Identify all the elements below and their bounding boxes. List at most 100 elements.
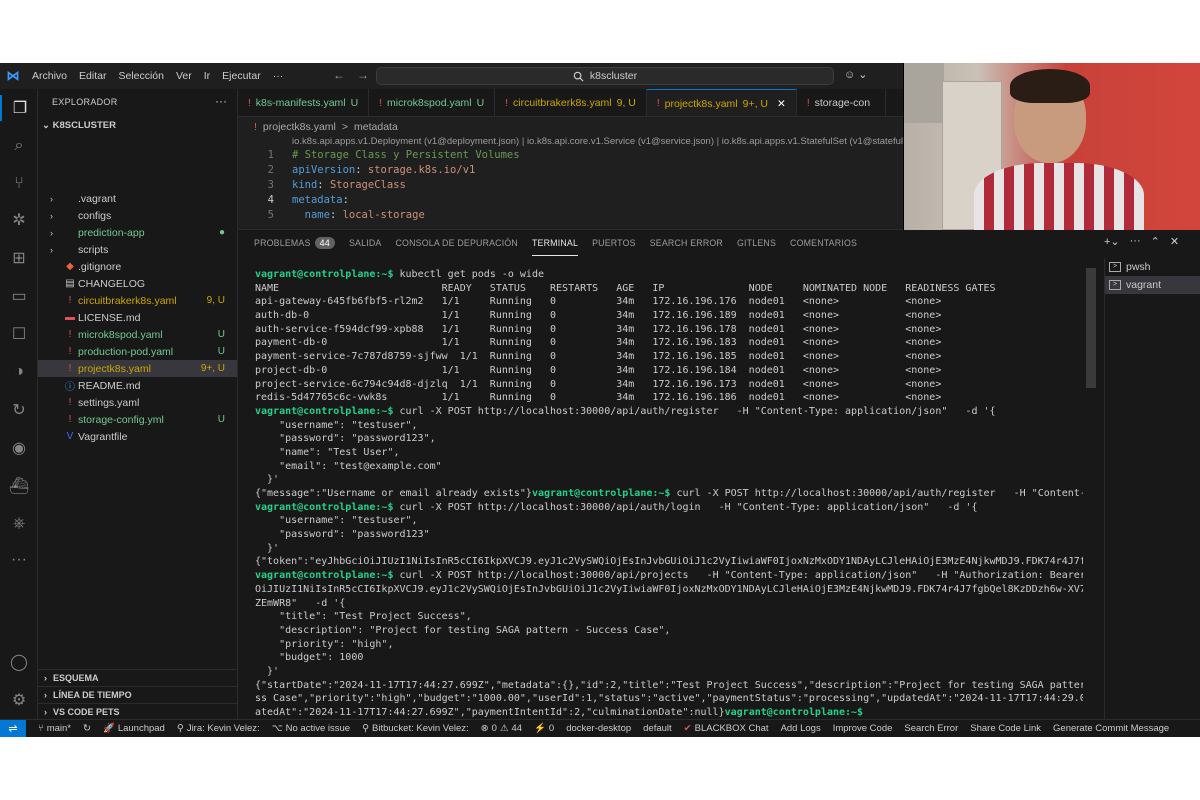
breadcrumb-file[interactable]: projectk8s.yaml <box>263 121 336 133</box>
code-text: apiVersion: storage.k8s.io/v1 <box>292 164 476 176</box>
code-line[interactable]: 1 # Storage Class y Persistent Volumes <box>238 149 903 164</box>
namespace-status[interactable]: default <box>637 723 678 734</box>
code-line[interactable]: 2 apiVersion: storage.k8s.io/v1 <box>238 164 903 179</box>
explorer-more-button[interactable]: ··· <box>215 94 227 108</box>
file-tree-item[interactable]: › .vagrant <box>38 190 237 207</box>
editor-tab[interactable]: ! circuitbrakerk8s.yaml 9, U <box>495 89 647 116</box>
tab-badge: 9, U <box>616 97 636 109</box>
launchpad-status[interactable]: 🚀 Launchpad <box>97 723 171 734</box>
file-tree-item[interactable]: ! production-pod.yaml U <box>38 343 237 360</box>
file-tree-item[interactable]: › configs <box>38 207 237 224</box>
settings-gear-icon[interactable]: ⚙ <box>6 687 32 713</box>
new-terminal-icon[interactable]: +⌄ <box>1104 235 1120 248</box>
remote-explorer-icon[interactable]: ▭ <box>6 283 32 309</box>
menu-edit[interactable]: Editar <box>73 70 112 82</box>
editor-tab[interactable]: ! storage-con <box>797 89 887 116</box>
sync-icon[interactable]: ↻ <box>77 723 97 734</box>
terminal-scrollbar[interactable] <box>1086 268 1096 388</box>
code-line[interactable]: 4 metadata: <box>238 194 903 209</box>
ports-status[interactable]: ⚡ 0 <box>528 723 560 734</box>
blackbox-status[interactable]: ✔ BLACKBOX Chat <box>678 723 775 734</box>
file-tree-item[interactable]: › scripts <box>38 241 237 258</box>
terminal-item-vagrant[interactable]: > vagrant <box>1105 276 1200 294</box>
menu-more[interactable]: ··· <box>267 70 290 82</box>
account-icon[interactable]: ◯ <box>6 649 32 675</box>
file-tree-item[interactable]: ! projectk8s.yaml 9+, U <box>38 360 237 377</box>
panel-tab-problemas[interactable]: PROBLEMAS 44 <box>254 230 335 256</box>
issue-status[interactable]: ⌥ No active issue <box>266 723 356 734</box>
file-tree-item[interactable]: ! microk8spod.yaml U <box>38 326 237 343</box>
kubernetes-icon[interactable]: ⎈ <box>6 511 32 537</box>
blackbox-icon[interactable]: ◉ <box>6 435 32 461</box>
file-tree-item[interactable]: ! circuitbrakerk8s.yaml 9, U <box>38 292 237 309</box>
file-tree-item[interactable]: › prediction-app ● <box>38 224 237 241</box>
terminal-line: "password": "password123" <box>255 528 1083 542</box>
file-tree-item[interactable]: ▤ CHANGELOG <box>38 275 237 292</box>
editor-tab[interactable]: ! projectk8s.yaml 9+, U ✕ <box>646 89 797 116</box>
copilot-icon[interactable]: ☺ ⌄ <box>844 68 868 81</box>
search-error-status[interactable]: Search Error <box>898 723 964 734</box>
section-timeline[interactable]: › LÍNEA DE TIEMPO <box>38 686 237 703</box>
source-control-icon[interactable]: ⑂ <box>6 171 32 197</box>
panel-tab-gitlens[interactable]: GITLENS <box>737 230 776 256</box>
terminal-item-pwsh[interactable]: > pwsh <box>1105 258 1200 276</box>
code-line[interactable]: 3 kind: StorageClass <box>238 179 903 194</box>
panel-tab-comentarios[interactable]: COMENTARIOS <box>790 230 857 256</box>
git-graph-icon[interactable]: ↻ <box>6 397 32 423</box>
generate-commit-status[interactable]: Generate Commit Message <box>1047 723 1175 734</box>
chevron-right-icon: › <box>50 227 53 238</box>
docker-context-status[interactable]: docker-desktop <box>560 723 637 734</box>
panel-tab-salida[interactable]: SALIDA <box>349 230 382 256</box>
panel-tab-consola-de-depuraci-n[interactable]: CONSOLA DE DEPURACIÓN <box>395 230 518 256</box>
file-tree-item[interactable]: ▬ LICENSE.md <box>38 309 237 326</box>
workspace-root[interactable]: ⌄ K8SCLUSTER <box>42 120 116 131</box>
close-tab-icon[interactable]: ✕ <box>777 98 786 110</box>
extensions-icon[interactable]: ⊞ <box>6 245 32 271</box>
menu-selection[interactable]: Selección <box>112 70 170 82</box>
gitlens-icon[interactable]: ◑ <box>6 359 32 385</box>
panel-more-icon[interactable]: ··· <box>1130 235 1141 248</box>
file-name: production-pod.yaml <box>78 345 174 358</box>
panel-tab-puertos[interactable]: PUERTOS <box>592 230 636 256</box>
menu-view[interactable]: Ver <box>170 70 198 82</box>
bitbucket-status[interactable]: ⚲ Bitbucket: Kevin Velez: <box>356 723 475 734</box>
git-status-badge: U <box>217 414 225 425</box>
command-center-search[interactable]: k8scluster <box>376 67 834 85</box>
maximize-panel-icon[interactable]: ⌃ <box>1151 235 1160 248</box>
menu-file[interactable]: Archivo <box>26 70 73 82</box>
back-arrow-icon[interactable]: ← <box>333 68 345 82</box>
jira-status[interactable]: ⚲ Jira: Kevin Velez: <box>171 723 266 734</box>
branch-status[interactable]: ⑂ main* <box>32 723 77 734</box>
terminal-output[interactable]: vagrant@controlplane:~$ kubectl get pods… <box>255 268 1083 720</box>
code-line[interactable]: 5 name: local-storage <box>238 209 903 224</box>
schema-codelens[interactable]: io.k8s.api.apps.v1.Deployment (v1@deploy… <box>292 136 904 147</box>
debug-icon[interactable]: ✲ <box>6 207 32 233</box>
docker-icon[interactable]: ⛴ <box>6 473 32 499</box>
menu-go[interactable]: Ir <box>198 70 216 82</box>
file-name: README.md <box>78 379 141 392</box>
editor-tab[interactable]: ! k8s-manifests.yaml U <box>238 89 370 116</box>
file-tree-item[interactable]: ⓘ README.md <box>38 377 237 394</box>
add-logs-status[interactable]: Add Logs <box>775 723 827 734</box>
file-tree-item[interactable]: ◆ .gitignore <box>38 258 237 275</box>
remote-indicator-icon[interactable]: ⇌ <box>0 720 26 737</box>
forward-arrow-icon[interactable]: → <box>357 68 369 82</box>
breadcrumb-symbol[interactable]: metadata <box>354 121 398 133</box>
share-code-link-status[interactable]: Share Code Link <box>964 723 1047 734</box>
section-outline[interactable]: › ESQUEMA <box>38 669 237 686</box>
close-panel-icon[interactable]: ✕ <box>1170 235 1179 248</box>
more-views-icon[interactable]: ··· <box>6 547 32 573</box>
panel-tab-search-error[interactable]: SEARCH ERROR <box>650 230 723 256</box>
editor-tab[interactable]: ! microk8spod.yaml U <box>369 89 496 116</box>
improve-code-status[interactable]: Improve Code <box>827 723 899 734</box>
file-tree-item[interactable]: ! settings.yaml <box>38 394 237 411</box>
section-vscode-pets[interactable]: › VS CODE PETS <box>38 703 237 720</box>
menu-run[interactable]: Ejecutar <box>216 70 267 82</box>
chat-icon[interactable]: ☐ <box>6 321 32 347</box>
search-icon[interactable]: ⌕ <box>6 133 32 159</box>
panel-tab-terminal[interactable]: TERMINAL <box>531 230 579 256</box>
explorer-icon[interactable]: ❐ <box>0 95 38 121</box>
problems-status[interactable]: ⊗ 0 ⚠ 44 <box>475 723 528 734</box>
file-tree-item[interactable]: ! storage-config.yml U <box>38 411 237 428</box>
file-tree-item[interactable]: V Vagrantfile <box>38 428 237 445</box>
